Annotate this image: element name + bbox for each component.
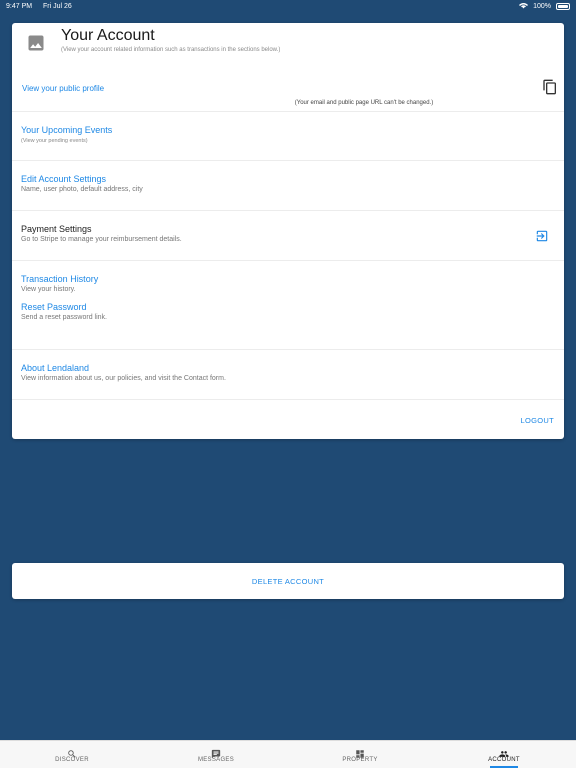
upcoming-events-item[interactable]: Your Upcoming Events (View your pending … (12, 111, 564, 160)
item-desc: View your history. (21, 286, 76, 293)
battery-percent: 100% (533, 2, 551, 10)
item-title: Edit Account Settings (21, 174, 107, 184)
wifi-icon (519, 2, 529, 11)
reset-password-item[interactable]: Reset Password Send a reset password lin… (12, 300, 564, 349)
copy-icon[interactable] (542, 79, 558, 95)
status-bar: 9:47 PM Fri Jul 26 100% (0, 0, 576, 12)
page-subtitle: (View your account related information s… (61, 47, 281, 53)
tab-label: PROPERTY (342, 757, 378, 763)
status-time: 9:47 PM (6, 2, 33, 10)
item-desc: Go to Stripe to manage your reimbursemen… (21, 236, 182, 243)
email-note: (Your email and public page URL can't be… (294, 100, 434, 106)
account-card: Your Account (View your account related … (12, 23, 564, 439)
tab-account[interactable]: ACCOUNT (432, 741, 576, 768)
item-desc: View information about us, our policies,… (21, 375, 226, 382)
tab-property[interactable]: PROPERTY (288, 741, 432, 768)
battery-icon (556, 2, 570, 10)
edit-account-settings-item[interactable]: Edit Account Settings Name, user photo, … (12, 160, 564, 210)
item-desc: Name, user photo, default address, city (21, 186, 143, 193)
item-desc: Send a reset password link. (21, 314, 107, 321)
public-profile-link[interactable]: View your public profile (22, 84, 104, 93)
delete-account-button[interactable]: DELETE ACCOUNT (12, 563, 564, 599)
logout-button[interactable]: LOGOUT (521, 416, 554, 425)
search-icon (67, 746, 77, 758)
bottom-tab-bar: DISCOVER MESSAGES PROPERTY ACCOUNT (0, 740, 576, 768)
tab-messages[interactable]: MESSAGES (144, 741, 288, 768)
status-date: Fri Jul 26 (43, 2, 72, 10)
item-desc: (View your pending events) (21, 138, 88, 144)
logout-row: LOGOUT (12, 399, 564, 439)
message-icon (211, 746, 221, 759)
profile-row: View your public profile (Your email and… (12, 75, 564, 111)
account-header: Your Account (View your account related … (12, 23, 564, 75)
dashboard-icon (355, 746, 365, 758)
delete-account-label: DELETE ACCOUNT (251, 576, 325, 586)
tab-label: DISCOVER (55, 757, 89, 763)
people-icon (499, 746, 509, 757)
exit-to-app-icon[interactable] (535, 229, 549, 243)
tab-label: ACCOUNT (488, 757, 520, 763)
about-lendaland-item[interactable]: About Lendaland View information about u… (12, 349, 564, 399)
transaction-history-item[interactable]: Transaction History View your history. (12, 260, 564, 300)
payment-settings-item[interactable]: Payment Settings Go to Stripe to manage … (12, 210, 564, 260)
item-title: Your Upcoming Events (21, 125, 113, 135)
item-title: Transaction History (21, 274, 99, 284)
item-title: Reset Password (21, 302, 87, 312)
tab-label: MESSAGES (197, 757, 235, 763)
tab-discover[interactable]: DISCOVER (0, 741, 144, 768)
item-title: Payment Settings (21, 224, 92, 234)
avatar-placeholder-icon (25, 32, 47, 54)
page-title: Your Account (61, 27, 155, 44)
item-title: About Lendaland (21, 363, 90, 373)
